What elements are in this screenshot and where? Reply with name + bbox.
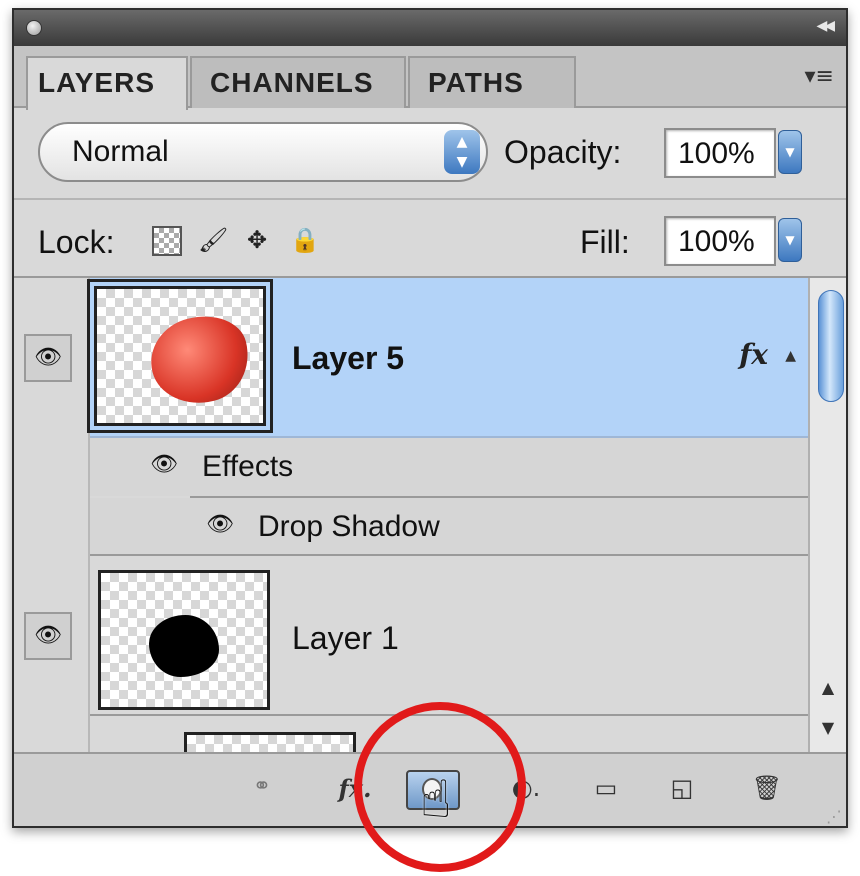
lock-label: Lock: — [38, 224, 115, 260]
layers-scrollbar[interactable]: ▲ ▼ — [808, 278, 846, 752]
effects-row[interactable]: 👁 Effects — [90, 438, 808, 496]
delete-layer-icon[interactable]: 🗑 — [750, 774, 784, 810]
effects-label: Effects — [202, 450, 294, 483]
panel-menu-icon[interactable]: ▾≡ — [805, 64, 834, 89]
hand-cursor-icon: ☝ — [420, 770, 452, 830]
eye-icon[interactable]: 👁 — [24, 334, 72, 382]
select-arrows-icon: ▲ ▼ — [444, 130, 480, 174]
boxing-glove-image — [142, 306, 258, 414]
panel-tab-row: LAYERS CHANNELS PATHS ▾≡ — [14, 46, 846, 110]
scroll-up-icon[interactable]: ▲ — [810, 678, 846, 697]
eye-icon[interactable]: 👁 — [206, 512, 234, 537]
lock-all-icon[interactable]: 🔒 — [290, 226, 320, 256]
opacity-label: Opacity: — [504, 134, 622, 170]
eye-icon[interactable]: 👁 — [150, 452, 178, 477]
fill-field[interactable]: 100% — [664, 216, 776, 266]
eye-icon[interactable]: 👁 — [24, 612, 72, 660]
layer-thumbnail — [98, 570, 270, 710]
tab-channels[interactable]: CHANNELS — [190, 56, 406, 108]
layer-thumbnail — [184, 732, 356, 752]
visibility-column: 👁 👁 — [14, 278, 90, 752]
fill-dropdown-button[interactable]: ▼ — [778, 218, 802, 262]
blend-mode-select[interactable]: Normal ▲ ▼ — [38, 122, 488, 182]
effect-name: Drop Shadow — [258, 510, 440, 543]
resize-grip-icon[interactable]: ⋰ — [826, 807, 842, 826]
blend-row: Normal ▲ ▼ Opacity: 100% ▼ — [14, 108, 846, 198]
lock-position-icon[interactable]: ✥ — [242, 226, 272, 256]
lock-row: Lock: 🖌 ✥ 🔒 Fill: 100% ▼ — [14, 198, 846, 278]
effect-row-drop-shadow[interactable]: 👁 Drop Shadow — [90, 498, 808, 556]
fill-label: Fill: — [580, 224, 630, 260]
lock-transparent-pixels-icon[interactable] — [152, 226, 182, 256]
collapse-icon[interactable]: ◀◀ — [816, 18, 834, 34]
layer-name: Layer 1 — [292, 620, 399, 656]
layer-thumbnail — [87, 279, 273, 433]
layer-list: 👁 👁 Layer 5 fx ▲ 👁 Effects 👁 Drop Shadow… — [14, 278, 808, 752]
new-group-icon[interactable]: ▭ — [588, 774, 624, 810]
scrollbar-thumb[interactable] — [818, 290, 844, 402]
panel-close-icon[interactable] — [26, 20, 42, 36]
layer-row-layer-1[interactable]: Layer 1 — [90, 558, 808, 716]
fx-icon[interactable]: fx — [739, 338, 768, 371]
panel-titlebar: ◀◀ — [14, 10, 846, 46]
opacity-dropdown-button[interactable]: ▼ — [778, 130, 802, 174]
lock-image-pixels-icon[interactable]: 🖌 — [198, 226, 228, 256]
tab-paths[interactable]: PATHS — [408, 56, 576, 108]
black-shape-image — [149, 615, 219, 677]
opacity-field[interactable]: 100% — [664, 128, 776, 178]
collapse-effects-icon[interactable]: ▲ — [785, 348, 796, 364]
link-layers-icon[interactable]: ⚭ — [240, 774, 284, 810]
new-layer-icon[interactable]: ◱ — [666, 774, 698, 810]
scroll-down-icon[interactable]: ▼ — [810, 718, 846, 737]
layer-row-layer-5[interactable]: Layer 5 fx ▲ — [87, 278, 808, 438]
blend-mode-value: Normal — [72, 135, 169, 168]
tab-layers[interactable]: LAYERS — [26, 56, 188, 110]
layer-name: Layer 5 — [292, 340, 405, 376]
